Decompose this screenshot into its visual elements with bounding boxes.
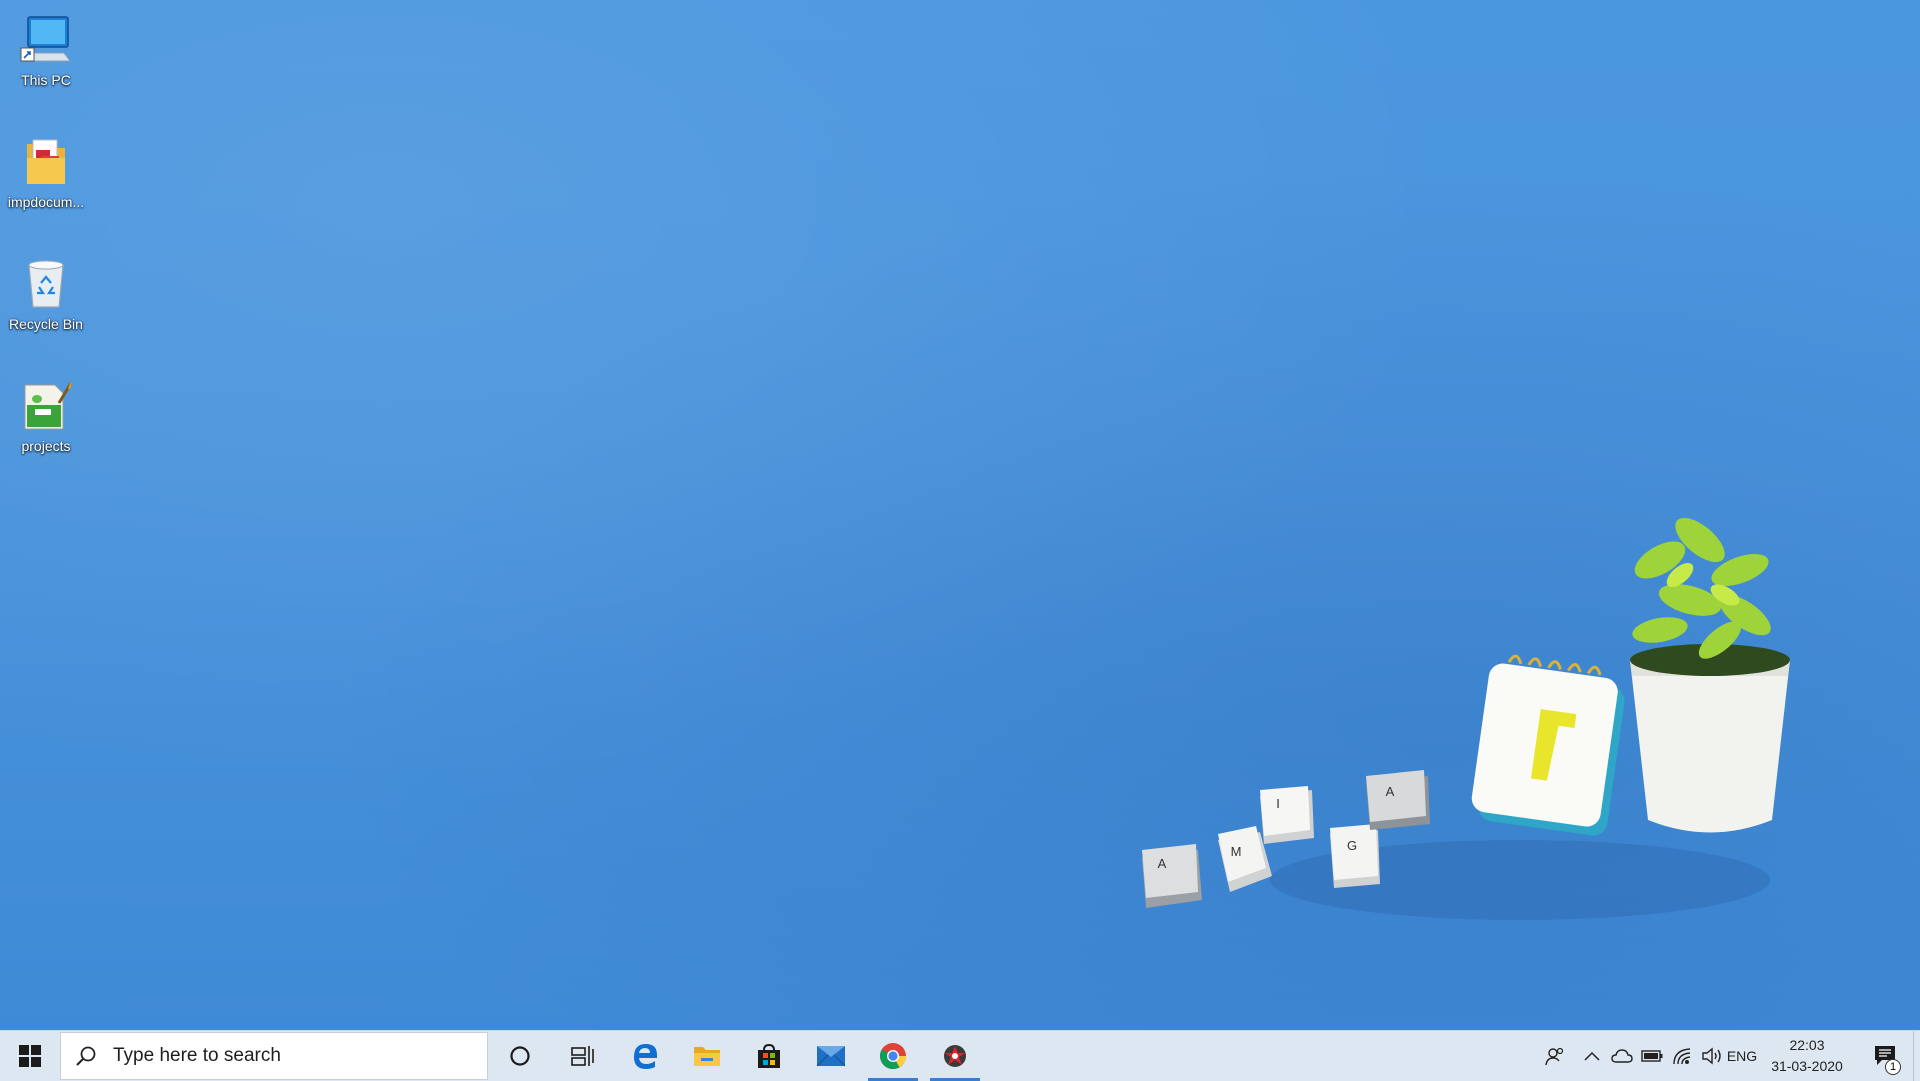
projects-file-icon [16, 376, 76, 436]
mail-icon [816, 1046, 846, 1067]
search-icon [61, 1045, 111, 1067]
taskbar: ENG 22:03 31-03-2020 1 [0, 1030, 1920, 1081]
folder-icon [16, 132, 76, 192]
svg-text:I: I [1276, 796, 1280, 811]
desktop-icon-label: Recycle Bin [9, 316, 83, 332]
battery-button[interactable] [1637, 1031, 1667, 1081]
battery-icon [1641, 1050, 1663, 1062]
start-button[interactable] [0, 1031, 60, 1081]
keycap-i: I [1260, 786, 1314, 844]
taskbar-app-chrome[interactable] [862, 1031, 924, 1081]
this-pc-icon [16, 10, 76, 70]
desktop-icon-this-pc[interactable]: This PC [2, 10, 90, 110]
task-view-icon [571, 1046, 594, 1066]
cortana-icon [510, 1046, 530, 1066]
volume-button[interactable] [1697, 1031, 1727, 1081]
desktop-icon-recycle-bin[interactable]: Recycle Bin [2, 254, 90, 354]
store-icon [758, 1043, 780, 1068]
desktop[interactable]: This PC impdocum... Recycle Bin projects… [0, 0, 1920, 1030]
clock-date: 31-03-2020 [1771, 1058, 1843, 1074]
svg-text:A: A [1386, 784, 1395, 799]
wifi-icon [1673, 1048, 1691, 1065]
taskbar-app-file-explorer[interactable] [676, 1031, 738, 1081]
search-input[interactable] [111, 1044, 487, 1068]
cortana-button[interactable] [488, 1031, 552, 1081]
taskbar-app-store[interactable] [738, 1031, 800, 1081]
recycle-bin-icon [16, 254, 76, 314]
input-language-indicator[interactable]: ENG [1727, 1031, 1757, 1081]
onedrive-button[interactable] [1607, 1031, 1637, 1081]
chevron-up-icon [1584, 1051, 1600, 1061]
taskbar-app-mail[interactable] [800, 1031, 862, 1081]
svg-text:M: M [1231, 844, 1242, 859]
desktop-icon-label: impdocum... [7, 194, 85, 210]
wallpaper-illustration: A M I G A [1142, 517, 1790, 920]
notification-count-badge: 1 [1885, 1059, 1901, 1075]
keycap-a-2: A [1366, 770, 1430, 830]
search-box[interactable] [60, 1032, 488, 1080]
desktop-icon-impdocuments[interactable]: impdocum... [2, 132, 90, 232]
windows-logo-icon [19, 1045, 41, 1067]
action-center-button[interactable]: 1 [1857, 1031, 1913, 1081]
svg-text:G: G [1347, 838, 1357, 853]
taskbar-app-red[interactable] [924, 1031, 986, 1081]
taskbar-app-edge[interactable] [614, 1031, 676, 1081]
red-app-icon [944, 1045, 966, 1067]
svg-text:A: A [1158, 856, 1167, 871]
task-view-button[interactable] [552, 1031, 614, 1081]
desktop-icon-label: This PC [21, 72, 71, 88]
file-explorer-icon [694, 1047, 720, 1066]
keycap-g: G [1330, 824, 1380, 888]
show-desktop-button[interactable] [1913, 1031, 1920, 1081]
volume-icon [1702, 1047, 1721, 1065]
desktop-icon-projects[interactable]: projects [2, 376, 90, 476]
chrome-icon [879, 1043, 907, 1070]
people-icon [1545, 1047, 1564, 1066]
onedrive-cloud-icon [1611, 1049, 1633, 1063]
network-button[interactable] [1667, 1031, 1697, 1081]
edge-icon [634, 1044, 657, 1069]
keycap-a-1: A [1142, 844, 1202, 908]
desktop-icon-label: projects [21, 438, 71, 454]
clock[interactable]: 22:03 31-03-2020 [1757, 1035, 1857, 1077]
system-tray: ENG 22:03 31-03-2020 1 [1533, 1031, 1920, 1081]
show-hidden-icons-button[interactable] [1577, 1031, 1607, 1081]
people-button[interactable] [1533, 1031, 1577, 1081]
clock-time: 22:03 [1789, 1037, 1825, 1053]
